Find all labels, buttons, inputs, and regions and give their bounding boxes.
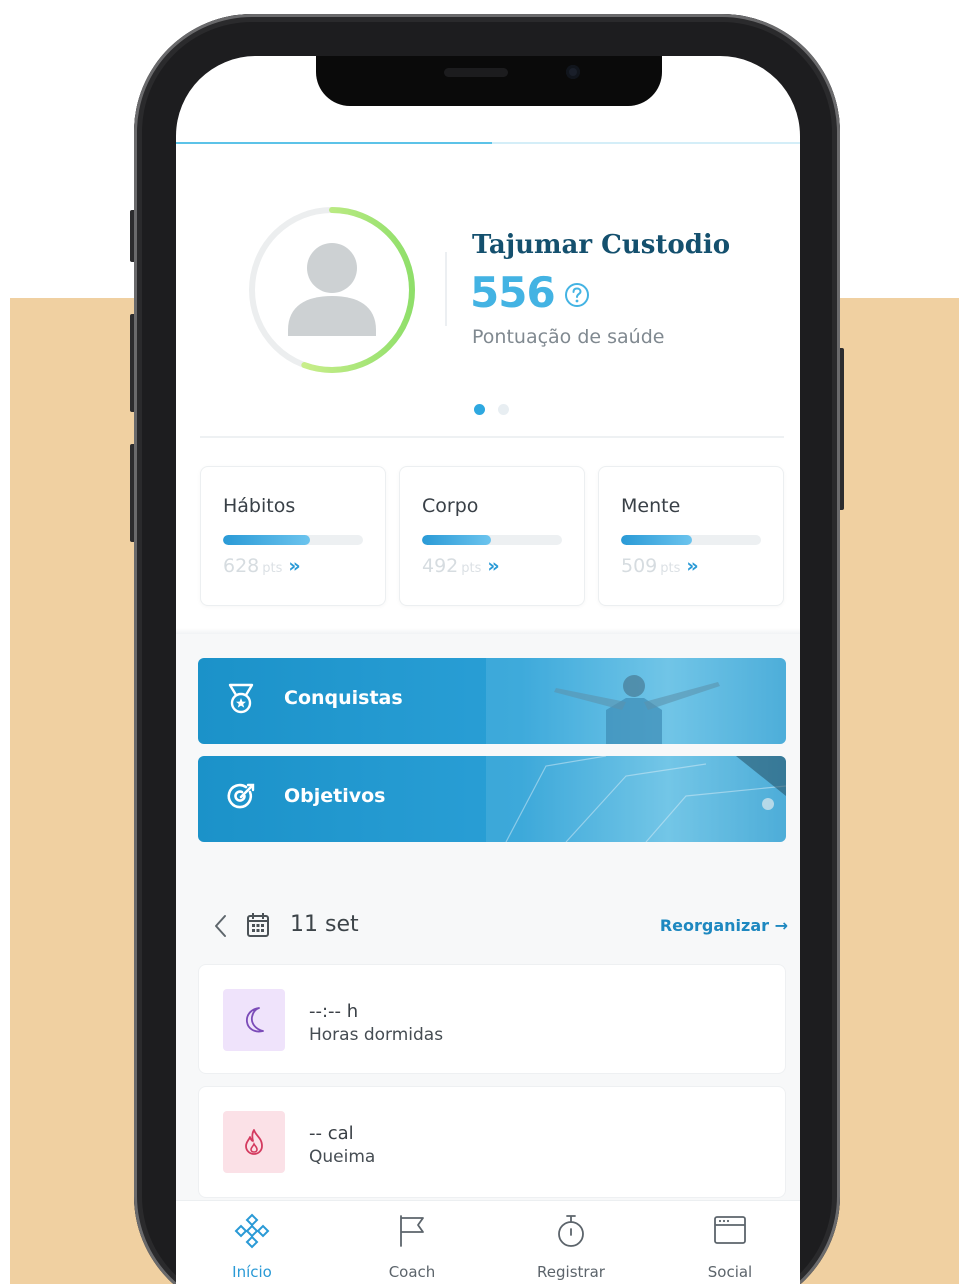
category-card-habitos[interactable]: Hábitos 628 pts »	[200, 466, 386, 606]
double-chevron-right-icon[interactable]: »	[487, 555, 499, 577]
calendar-icon[interactable]	[246, 912, 270, 938]
stopwatch-icon	[558, 1215, 584, 1247]
avatar	[288, 243, 376, 336]
burn-value: -- cal	[309, 1123, 354, 1144]
help-icon[interactable]	[564, 282, 590, 308]
top-progress-fill	[176, 142, 492, 144]
flame-icon	[245, 1129, 263, 1155]
nav-label: Registrar	[537, 1263, 605, 1281]
nav-tab-registrar[interactable]: Registrar	[516, 1211, 626, 1281]
banner-photo-decoration	[486, 756, 786, 842]
phone-screen: Tajumar Custodio 556 Pontuação de saúde …	[176, 56, 800, 1284]
achievements-banner[interactable]: Conquistas	[198, 658, 786, 744]
carousel-dot-2[interactable]	[498, 404, 509, 415]
carousel-dot-1[interactable]	[474, 404, 485, 415]
category-points: 509 pts »	[621, 555, 699, 577]
header-divider	[200, 436, 784, 438]
points-value: 628	[223, 555, 260, 577]
double-chevron-right-icon[interactable]: »	[686, 555, 698, 577]
health-score-ring[interactable]	[244, 202, 420, 378]
goals-banner[interactable]: Objetivos	[198, 756, 786, 842]
bottom-nav: Início Coach Registrar Social	[176, 1200, 800, 1284]
points-value: 509	[621, 555, 658, 577]
nav-label: Social	[707, 1263, 753, 1281]
category-progress-fill	[422, 535, 491, 545]
category-progress-track	[422, 535, 562, 545]
nav-tab-social[interactable]: Social	[675, 1211, 785, 1281]
nav-tab-coach[interactable]: Coach	[357, 1211, 467, 1281]
browser-window-icon	[714, 1216, 746, 1244]
moon-icon	[246, 1007, 264, 1033]
points-unit: pts	[660, 561, 681, 576]
category-card-corpo[interactable]: Corpo 492 pts »	[399, 466, 585, 606]
goals-label: Objetivos	[284, 785, 386, 807]
stage: Tajumar Custodio 556 Pontuação de saúde …	[0, 0, 959, 1284]
reorganize-link[interactable]: Reorganizar →	[660, 916, 788, 935]
flag-icon	[400, 1215, 424, 1247]
category-title: Mente	[621, 495, 681, 517]
category-title: Hábitos	[223, 495, 296, 517]
sleep-value: --:-- h	[309, 1001, 359, 1022]
category-progress-fill	[621, 535, 693, 545]
front-camera	[566, 65, 580, 79]
nav-label: Coach	[388, 1263, 436, 1281]
target-icon	[227, 783, 255, 809]
burn-icon-box	[223, 1111, 285, 1173]
profile-divider	[445, 252, 447, 326]
speaker-grille	[444, 68, 508, 77]
user-name: Tajumar Custodio	[472, 230, 731, 260]
category-progress-fill	[223, 535, 310, 545]
category-progress-track	[621, 535, 761, 545]
points-unit: pts	[262, 561, 283, 576]
category-progress-track	[223, 535, 363, 545]
nav-label: Início	[232, 1263, 272, 1281]
selected-date[interactable]: 11 set	[290, 912, 359, 937]
sleep-icon-box	[223, 989, 285, 1051]
sleep-metric-card[interactable]: --:-- h Horas dormidas	[198, 964, 786, 1074]
medal-icon	[228, 683, 254, 714]
nav-tab-inicio[interactable]: Início	[197, 1211, 307, 1281]
sleep-label: Horas dormidas	[309, 1025, 444, 1045]
banner-photo-decoration	[486, 658, 786, 744]
phone-notch	[316, 56, 662, 106]
category-points: 492 pts »	[422, 555, 500, 577]
category-title: Corpo	[422, 495, 479, 517]
health-score-value: 556	[470, 268, 556, 317]
achievements-label: Conquistas	[284, 687, 403, 709]
points-unit: pts	[461, 561, 482, 576]
burn-label: Queima	[309, 1147, 376, 1167]
double-chevron-right-icon[interactable]: »	[288, 555, 300, 577]
burn-metric-card[interactable]: -- cal Queima	[198, 1086, 786, 1198]
category-points: 628 pts »	[223, 555, 301, 577]
home-flower-icon	[234, 1213, 270, 1249]
chevron-left-icon[interactable]	[210, 912, 232, 940]
points-value: 492	[422, 555, 459, 577]
health-score-label: Pontuação de saúde	[472, 326, 665, 348]
category-card-mente[interactable]: Mente 509 pts »	[598, 466, 784, 606]
